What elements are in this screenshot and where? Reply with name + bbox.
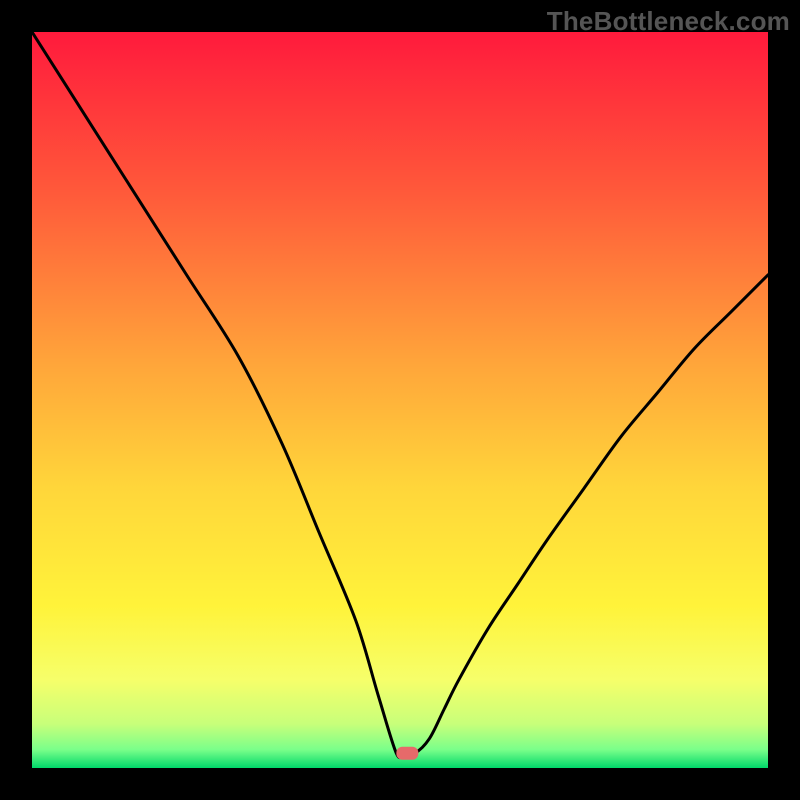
optimum-marker [396,747,418,760]
bottleneck-chart [32,32,768,768]
chart-frame: TheBottleneck.com [0,0,800,800]
plot-area [32,32,768,768]
gradient-background [32,32,768,768]
